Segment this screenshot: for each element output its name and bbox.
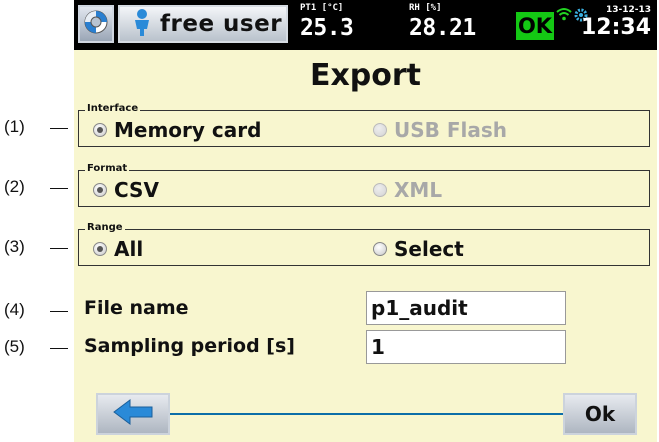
radio-memory-card-label: Memory card [114, 118, 262, 142]
callout-1: (1) [4, 117, 25, 136]
ok-status-badge: OK [516, 12, 554, 40]
sampling-period-label: Sampling period [s] [84, 335, 295, 357]
radio-unchecked-icon [373, 123, 387, 137]
radio-xml-label: XML [394, 178, 443, 202]
interface-legend: Interface [85, 103, 141, 115]
left-arrow-icon [112, 398, 154, 430]
radio-all[interactable]: All [93, 237, 143, 261]
user-label: free user [160, 11, 283, 37]
user-button[interactable]: free user [118, 5, 288, 43]
wifi-icon [556, 6, 572, 25]
callout-3: (3) [4, 237, 25, 256]
radio-select-label: Select [394, 237, 464, 261]
callout-4-line [50, 311, 68, 312]
callout-3-line [50, 248, 68, 249]
radio-select[interactable]: Select [373, 237, 464, 261]
time-display: 12:34 [580, 15, 651, 40]
sampling-period-input[interactable]: 1 [366, 330, 566, 364]
radio-usb-flash-label: USB Flash [394, 118, 508, 142]
date-display: 13-12-13 [605, 5, 651, 15]
home-button[interactable] [78, 5, 114, 43]
range-legend: Range [85, 222, 125, 234]
user-icon [132, 8, 152, 40]
rh-sensor: RH [%] 28.21 [409, 3, 476, 43]
file-name-label: File name [84, 297, 189, 319]
radio-checked-icon [93, 242, 107, 256]
pt1-label: PT1 [°C] [300, 3, 344, 13]
radio-csv-label: CSV [114, 178, 159, 202]
callout-2-line [50, 188, 68, 189]
page-title: Export [309, 58, 422, 93]
callout-4: (4) [4, 300, 25, 319]
range-group: Range All Select [78, 222, 650, 266]
radio-checked-icon [93, 183, 107, 197]
file-name-input[interactable]: p1_audit [366, 291, 566, 325]
format-legend: Format [85, 163, 130, 175]
radio-all-label: All [114, 237, 144, 261]
radio-usb-flash: USB Flash [373, 118, 507, 142]
bottom-divider [170, 413, 563, 415]
radio-unchecked-icon [373, 242, 387, 256]
pt1-sensor: PT1 [°C] 25.3 [300, 3, 354, 43]
interface-group: Interface Memory card USB Flash [78, 103, 650, 147]
callout-1-line [50, 128, 68, 129]
rh-label: RH [%] [409, 3, 442, 13]
ok-button[interactable]: Ok [563, 393, 637, 435]
back-button[interactable] [96, 393, 170, 435]
pt1-value: 25.3 [300, 15, 354, 41]
radio-csv[interactable]: CSV [93, 178, 159, 202]
status-bar: free user PT1 [°C] 25.3 RH [%] 28.21 OK … [74, 0, 657, 50]
radio-memory-card[interactable]: Memory card [93, 118, 261, 142]
callout-5: (5) [4, 337, 25, 356]
radio-checked-icon [93, 123, 107, 137]
device-screen: free user PT1 [°C] 25.3 RH [%] 28.21 OK … [74, 0, 657, 442]
radio-xml: XML [373, 178, 442, 202]
radio-unchecked-icon [373, 183, 387, 197]
lifebuoy-icon [83, 9, 109, 39]
callout-2: (2) [4, 177, 25, 196]
rh-value: 28.21 [409, 15, 476, 41]
format-group: Format CSV XML [78, 163, 650, 207]
callout-5-line [50, 348, 68, 349]
